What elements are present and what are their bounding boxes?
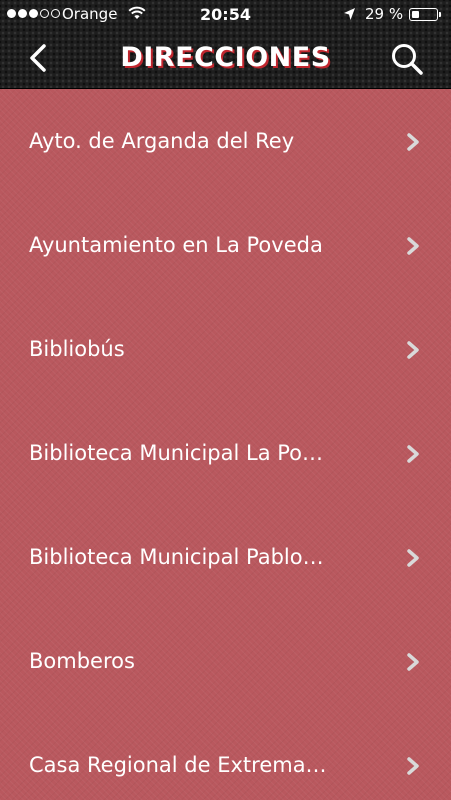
chevron-right-icon	[407, 653, 419, 671]
list-item[interactable]: Biblioteca Municipal Pablo…	[0, 505, 451, 609]
list-item[interactable]: Ayto. de Arganda del Rey	[0, 89, 451, 193]
page-title: DIRECCIONES	[120, 42, 331, 73]
battery-tip	[439, 12, 441, 17]
list-item-label: Ayto. de Arganda del Rey	[29, 129, 295, 153]
list-item-label: Casa Regional de Extrema…	[29, 753, 327, 777]
list-item-label: Ayuntamiento en La Poveda	[29, 233, 323, 257]
chevron-right-icon	[407, 549, 419, 567]
list-item-label: Biblioteca Municipal Pablo…	[29, 545, 324, 569]
list-item[interactable]: Biblioteca Municipal La Po…	[0, 401, 451, 505]
chevron-right-icon	[407, 445, 419, 463]
list-item[interactable]: Bomberos	[0, 609, 451, 713]
address-list: Ayto. de Arganda del Rey Ayuntamiento en…	[0, 89, 451, 800]
list-item-label: Biblioteca Municipal La Po…	[29, 441, 323, 465]
top-bar: Orange 20:54 29 % DIRECCIONES	[0, 0, 451, 89]
list-item[interactable]: Bibliobús	[0, 297, 451, 401]
app-screen: Orange 20:54 29 % DIRECCIONES Ayto. de A…	[0, 0, 451, 800]
list-item[interactable]: Ayuntamiento en La Poveda	[0, 193, 451, 297]
battery-percentage: 29 %	[365, 5, 404, 23]
battery-icon	[409, 8, 438, 21]
search-button[interactable]	[386, 38, 428, 80]
status-bar: Orange 20:54 29 %	[0, 0, 451, 30]
list-item[interactable]: Casa Regional de Extrema…	[0, 713, 451, 800]
list-item-label: Bomberos	[29, 649, 135, 673]
location-arrow-icon	[343, 7, 356, 25]
chevron-right-icon	[407, 133, 419, 151]
list-item-label: Bibliobús	[29, 337, 125, 361]
search-icon	[392, 44, 423, 75]
chevron-right-icon	[407, 341, 419, 359]
chevron-right-icon	[407, 237, 419, 255]
battery-level	[412, 11, 419, 18]
chevron-right-icon	[407, 757, 419, 775]
navigation-bar: DIRECCIONES	[0, 30, 451, 88]
